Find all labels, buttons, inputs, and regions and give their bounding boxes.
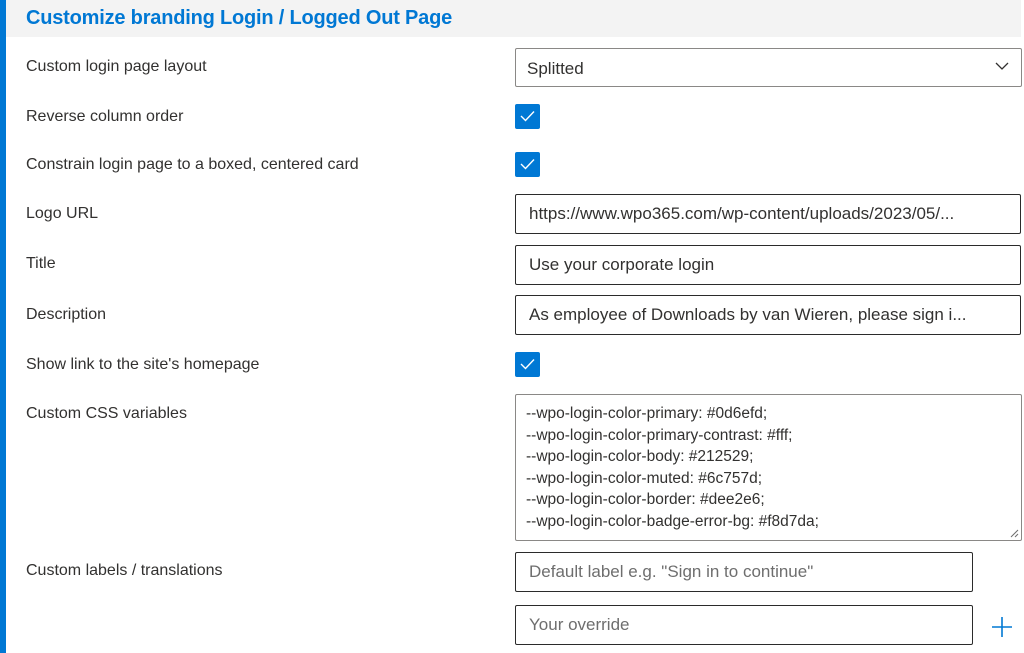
css-line: --wpo-login-color-primary-contrast: #fff… (526, 426, 793, 444)
css-variables-label: Custom CSS variables (26, 405, 187, 422)
homepage-link-label: Show link to the site's homepage (26, 356, 260, 373)
title-label: Title (26, 255, 56, 272)
css-variables-textarea[interactable]: --wpo-login-color-primary: #0d6efd; --wp… (515, 394, 1022, 541)
description-label: Description (26, 306, 107, 323)
section-header: Customize branding Login / Logged Out Pa… (6, 0, 1021, 37)
section-title: Customize branding Login / Logged Out Pa… (26, 7, 453, 29)
layout-select[interactable]: Splitted (515, 48, 1022, 87)
default-label-field[interactable] (515, 552, 973, 592)
reverse-checkbox[interactable] (515, 104, 540, 129)
title-value: Use your corporate login (529, 255, 715, 274)
description-value: As employee of Downloads by van Wieren, … (529, 305, 967, 324)
logo-url-value: https://www.wpo365.com/wp-content/upload… (529, 204, 955, 223)
css-line: --wpo-login-color-border: #dee2e6; (526, 491, 765, 508)
layout-select-value: Splitted (527, 59, 584, 78)
plus-icon[interactable] (990, 615, 1014, 639)
override-label-field[interactable] (515, 605, 973, 645)
override-label-input[interactable] (529, 615, 959, 635)
description-input[interactable]: As employee of Downloads by van Wieren, … (515, 295, 1021, 335)
css-line: --wpo-login-color-primary: #0d6efd; (526, 405, 768, 422)
logo-url-input[interactable]: https://www.wpo365.com/wp-content/upload… (515, 194, 1021, 234)
checkmark-icon (520, 359, 535, 370)
css-line: --wpo-login-color-muted: #6c757d; (526, 469, 763, 487)
default-label-input[interactable] (529, 562, 959, 582)
css-variables-content: --wpo-login-color-primary: #0d6efd; --wp… (526, 403, 819, 532)
css-line: --wpo-login-color-badge-error-bg: #f8d7d… (526, 512, 819, 530)
custom-labels-label: Custom labels / translations (26, 562, 223, 579)
homepage-link-checkbox[interactable] (515, 352, 540, 377)
logo-url-label: Logo URL (26, 205, 99, 222)
boxed-checkbox[interactable] (515, 152, 540, 177)
boxed-label: Constrain login page to a boxed, centere… (26, 156, 359, 173)
layout-label: Custom login page layout (26, 58, 207, 75)
reverse-label: Reverse column order (26, 108, 184, 125)
chevron-down-icon (995, 62, 1009, 70)
left-accent-bar (0, 0, 6, 653)
checkmark-icon (520, 111, 535, 122)
checkmark-icon (520, 159, 535, 170)
resize-grip-icon[interactable] (1010, 529, 1019, 538)
title-input[interactable]: Use your corporate login (515, 245, 1021, 285)
css-line: --wpo-login-color-body: #212529; (526, 448, 754, 465)
